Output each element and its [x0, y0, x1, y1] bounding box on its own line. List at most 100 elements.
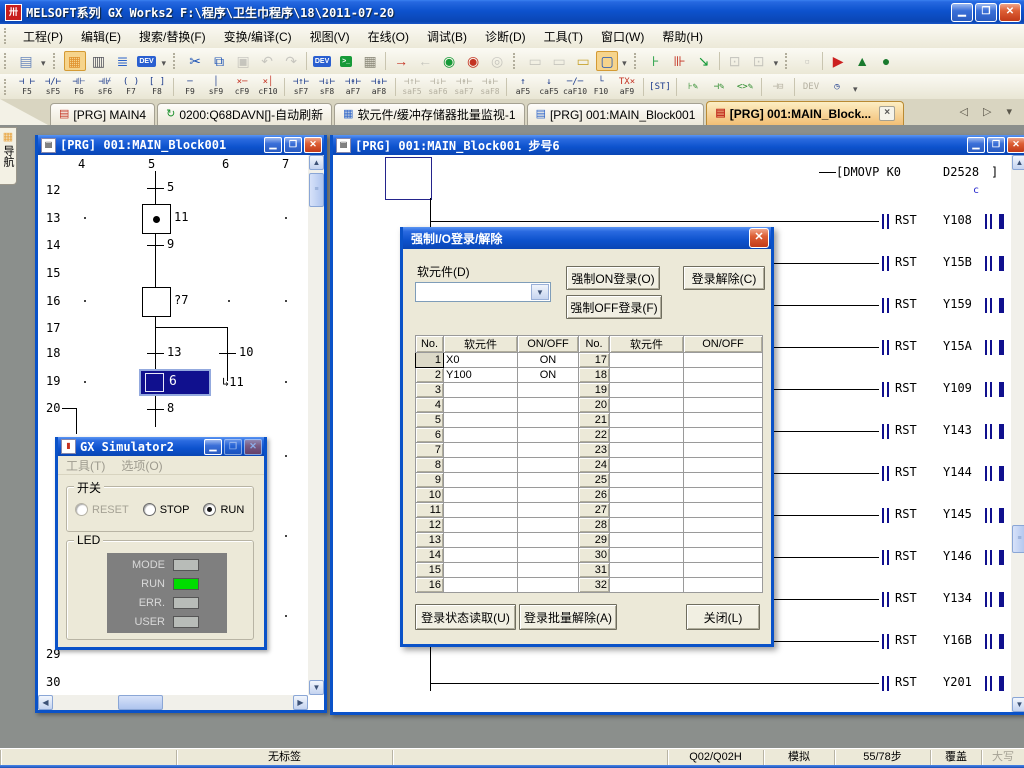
sfc-vertical-scrollbar[interactable]: ▲ ≡ ▼ — [308, 155, 324, 695]
radio-button[interactable] — [203, 503, 216, 516]
ladder-symbol-caF10[interactable]: ─∕─caF10 — [562, 76, 588, 98]
table-cell[interactable] — [518, 413, 579, 428]
toolbar-overflow-icon[interactable]: ▾ — [38, 53, 49, 73]
table-cell[interactable] — [684, 443, 763, 458]
row-number-cell[interactable]: 6 — [416, 428, 444, 443]
table-cell[interactable] — [610, 353, 684, 368]
row-number-cell[interactable]: 15 — [416, 563, 444, 578]
table-cell[interactable] — [684, 413, 763, 428]
table-cell[interactable] — [610, 428, 684, 443]
ladder-symbol-button[interactable]: ⊣✎ — [706, 76, 732, 98]
tab-main-block001[interactable]: ▤[PRG] 001:MAIN_Block001 — [527, 103, 705, 125]
close-dialog-button[interactable]: 关闭(L) — [686, 604, 760, 630]
menu-item-online[interactable]: 在线(O) — [359, 25, 418, 48]
row-number-cell[interactable]: 21 — [579, 413, 610, 428]
register-cancel-button[interactable]: 登录解除(C) — [683, 266, 765, 290]
table-cell[interactable] — [684, 458, 763, 473]
table-cell[interactable] — [684, 383, 763, 398]
read-register-status-button[interactable]: 登录状态读取(U) — [415, 604, 516, 630]
row-number-cell[interactable]: 24 — [579, 458, 610, 473]
table-cell[interactable] — [684, 503, 763, 518]
force-on-register-button[interactable]: 强制ON登录(O) — [566, 266, 660, 290]
table-cell[interactable] — [518, 488, 579, 503]
close-button[interactable]: ✕ — [999, 3, 1021, 22]
row-number-cell[interactable]: 19 — [579, 383, 610, 398]
table-cell[interactable] — [444, 563, 518, 578]
table-cell[interactable] — [610, 518, 684, 533]
row-number-cell[interactable]: 13 — [416, 533, 444, 548]
table-cell[interactable] — [444, 473, 518, 488]
row-number-cell[interactable]: 20 — [579, 398, 610, 413]
minimize-button[interactable]: ▁ — [951, 3, 973, 22]
toolbar-overflow-icon[interactable]: ▾ — [850, 79, 861, 99]
table-cell[interactable] — [610, 488, 684, 503]
sfc-window-titlebar[interactable]: ▤ [PRG] 001:MAIN_Block001 ▁ ❐ ✕ — [38, 135, 324, 155]
monitor-mode-icon[interactable]: ▢ — [596, 51, 618, 71]
radio-button[interactable] — [143, 503, 156, 516]
force-off-register-button[interactable]: 强制OFF登录(F) — [566, 295, 662, 319]
cut-icon[interactable]: ✂ — [184, 51, 206, 71]
menu-item-project[interactable]: 工程(P) — [14, 25, 72, 48]
table-cell[interactable] — [610, 383, 684, 398]
comment-display-icon[interactable]: ▭ — [572, 51, 594, 71]
ladder-vscroll-thumb[interactable]: ≡ — [1012, 525, 1024, 553]
dialog-close-icon[interactable]: ✕ — [749, 228, 769, 248]
table-cell[interactable] — [610, 503, 684, 518]
ladder-symbol-cF9[interactable]: ×─cF9 — [229, 76, 255, 98]
ladder-symbol-sF9[interactable]: │sF9 — [203, 76, 229, 98]
ladder-symbol-F7[interactable]: ( )F7 — [118, 76, 144, 98]
ladder-symbol-sF5[interactable]: ⊣/⊢sF5 — [40, 76, 66, 98]
sfc-horizontal-scrollbar[interactable]: ◀ ▶ — [38, 695, 308, 710]
scroll-right-icon[interactable]: ▶ — [293, 695, 308, 710]
table-cell[interactable] — [684, 353, 763, 368]
ladder-minimize-button[interactable]: ▁ — [967, 137, 985, 153]
table-cell[interactable] — [684, 563, 763, 578]
module-configuration-icon[interactable]: ▥ — [88, 51, 110, 71]
error-jump-icon[interactable]: ▲ — [851, 51, 873, 71]
row-number-cell[interactable]: 9 — [416, 473, 444, 488]
ladder-symbol-aF5[interactable]: ↑aF5 — [510, 76, 536, 98]
ladder-cursor-cell[interactable] — [385, 157, 432, 200]
ladder-symbol-aF8[interactable]: ⊣↡⊢aF8 — [366, 76, 392, 98]
row-number-cell[interactable]: 14 — [416, 548, 444, 563]
table-cell[interactable] — [610, 548, 684, 563]
dialog-titlebar[interactable]: 强制I/O登录/解除 ✕ — [403, 227, 771, 249]
table-cell[interactable] — [444, 578, 518, 593]
row-number-cell[interactable]: 3 — [416, 383, 444, 398]
ladder-symbol-button[interactable]: ◷ — [824, 76, 850, 98]
tab-scroll-arrows[interactable]: ◁ ▷ ▾ — [959, 105, 1018, 118]
table-cell[interactable] — [610, 458, 684, 473]
table-cell[interactable] — [610, 563, 684, 578]
table-cell[interactable] — [518, 578, 579, 593]
ladder-symbol-button[interactable]: [ST] — [647, 76, 673, 98]
ladder-maximize-button[interactable]: ❐ — [987, 137, 1005, 153]
menu-item-debug[interactable]: 调试(B) — [418, 25, 476, 48]
table-cell[interactable] — [610, 368, 684, 383]
row-number-cell[interactable]: 4 — [416, 398, 444, 413]
row-number-cell[interactable]: 18 — [579, 368, 610, 383]
monitor-start-icon[interactable]: ◉ — [438, 51, 460, 71]
table-cell[interactable] — [684, 488, 763, 503]
ladder-symbol-aF9[interactable]: TX×aF9 — [614, 76, 640, 98]
table-cell[interactable] — [684, 398, 763, 413]
sfc-maximize-button[interactable]: ❐ — [284, 137, 302, 153]
table-cell[interactable] — [444, 458, 518, 473]
device-find-icon[interactable]: DEV — [136, 51, 158, 71]
table-cell[interactable] — [684, 578, 763, 593]
ladder-symbol-F9[interactable]: ─F9 — [177, 76, 203, 98]
tab-close-icon[interactable]: × — [879, 106, 895, 121]
table-cell[interactable] — [518, 563, 579, 578]
sfc-transition-icon[interactable]: ⊪ — [669, 51, 691, 71]
table-cell[interactable] — [444, 533, 518, 548]
combo-dropdown-icon[interactable]: ▼ — [531, 284, 549, 300]
row-number-cell[interactable]: 7 — [416, 443, 444, 458]
tab-main-block001-sfc[interactable]: ▤[PRG] 001:MAIN_Block...× — [706, 101, 904, 125]
ladder-symbol-button[interactable]: ⊦✎ — [680, 76, 706, 98]
row-number-cell[interactable]: 16 — [416, 578, 444, 593]
sfc-minimize-button[interactable]: ▁ — [264, 137, 282, 153]
menu-item-view[interactable]: 视图(V) — [301, 25, 359, 48]
menu-item-tools[interactable]: 工具(T) — [535, 25, 592, 48]
scroll-down-icon[interactable]: ▼ — [309, 680, 324, 695]
maximize-button[interactable]: ❐ — [975, 3, 997, 22]
table-cell[interactable] — [444, 428, 518, 443]
